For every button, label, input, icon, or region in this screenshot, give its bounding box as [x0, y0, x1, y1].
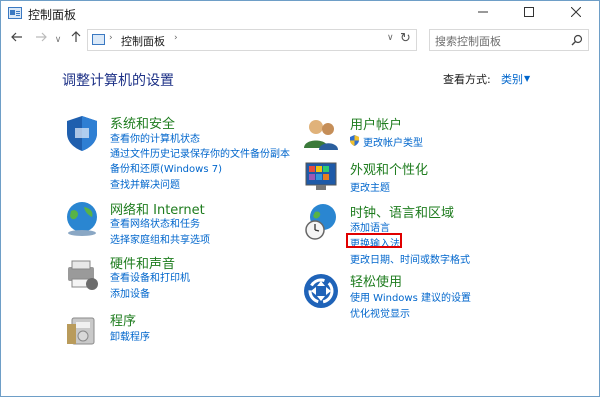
- uac-shield-icon: [350, 135, 359, 146]
- recent-locations-button[interactable]: ∨: [52, 31, 64, 49]
- link-change-date-time-format[interactable]: 更改日期、时间或数字格式: [350, 251, 470, 266]
- up-button[interactable]: [67, 31, 85, 49]
- category-ease-of-access[interactable]: 轻松使用: [350, 271, 402, 290]
- link-homegroup-sharing[interactable]: 选择家庭组和共享选项: [110, 231, 210, 246]
- highlight-box: [346, 233, 402, 248]
- breadcrumb-control-panel[interactable]: 控制面板: [121, 33, 165, 49]
- window-title: 控制面板: [28, 8, 77, 22]
- link-change-theme[interactable]: 更改主题: [350, 179, 390, 194]
- view-by-dropdown[interactable]: 类别: [501, 71, 523, 87]
- link-devices-printers[interactable]: 查看设备和打印机: [110, 269, 190, 284]
- category-user-accounts[interactable]: 用户帐户: [350, 114, 402, 133]
- link-backup-restore[interactable]: 备份和还原(Windows 7): [110, 160, 222, 175]
- title-bar[interactable]: 控制面板: [1, 1, 599, 27]
- link-troubleshoot[interactable]: 查找并解决问题: [110, 176, 180, 191]
- close-button[interactable]: [553, 1, 599, 27]
- page-title: 调整计算机的设置: [62, 73, 174, 89]
- maximize-icon: [524, 7, 534, 17]
- hardware-sound-icon[interactable]: [62, 253, 102, 293]
- link-view-computer-status[interactable]: 查看你的计算机状态: [110, 130, 200, 145]
- control-panel-window: 控制面板 ∨ › 控制面板 › ∨ ↻ 搜索控制面板 调整计算机的设置 查看方式…: [0, 0, 600, 397]
- maximize-button[interactable]: [506, 1, 552, 27]
- link-optimize-visual-display[interactable]: 优化视觉显示: [350, 305, 410, 320]
- back-button[interactable]: [8, 31, 26, 49]
- dropdown-arrow-icon[interactable]: ▼: [524, 74, 530, 83]
- system-security-icon[interactable]: [62, 113, 102, 153]
- minimize-button[interactable]: [460, 1, 506, 27]
- arrow-up-icon: [71, 31, 81, 42]
- search-icon[interactable]: [571, 34, 583, 46]
- address-bar[interactable]: › 控制面板 › ∨ ↻: [87, 29, 417, 51]
- link-add-language[interactable]: 添加语言: [350, 219, 390, 234]
- clock-language-region-icon[interactable]: [301, 202, 341, 242]
- user-accounts-icon[interactable]: [301, 114, 341, 154]
- link-windows-recommended-settings[interactable]: 使用 Windows 建议的设置: [350, 289, 471, 304]
- forward-button[interactable]: [32, 31, 50, 49]
- link-file-history-backup[interactable]: 通过文件历史记录保存你的文件备份副本: [110, 145, 290, 160]
- ease-of-access-icon[interactable]: [301, 271, 341, 311]
- link-change-account-type[interactable]: 更改帐户类型: [363, 134, 423, 149]
- chevron-down-icon[interactable]: ∨: [387, 33, 394, 43]
- network-internet-icon[interactable]: [62, 199, 102, 239]
- view-by-label: 查看方式:: [443, 73, 491, 86]
- navigation-bar: ∨ › 控制面板 › ∨ ↻ 搜索控制面板: [1, 29, 599, 53]
- appearance-personalization-icon[interactable]: [301, 157, 341, 197]
- control-panel-icon: [8, 7, 22, 19]
- refresh-icon[interactable]: ↻: [400, 31, 411, 46]
- chevron-right-icon[interactable]: ›: [109, 33, 113, 43]
- link-network-status[interactable]: 查看网络状态和任务: [110, 215, 200, 230]
- search-placeholder: 搜索控制面板: [435, 35, 501, 48]
- control-panel-icon: [92, 34, 105, 45]
- arrow-right-icon: [36, 32, 47, 42]
- link-uninstall-program[interactable]: 卸载程序: [110, 328, 150, 343]
- category-programs[interactable]: 程序: [110, 310, 136, 329]
- chevron-down-icon: ∨: [54, 35, 62, 45]
- link-add-device[interactable]: 添加设备: [110, 285, 150, 300]
- minimize-icon: [478, 11, 488, 13]
- arrow-left-icon: [11, 32, 22, 42]
- search-input[interactable]: 搜索控制面板: [429, 29, 589, 51]
- category-appearance-personalization[interactable]: 外观和个性化: [350, 159, 428, 178]
- programs-icon[interactable]: [62, 310, 102, 350]
- chevron-right-icon[interactable]: ›: [174, 33, 178, 43]
- close-icon: [570, 6, 582, 18]
